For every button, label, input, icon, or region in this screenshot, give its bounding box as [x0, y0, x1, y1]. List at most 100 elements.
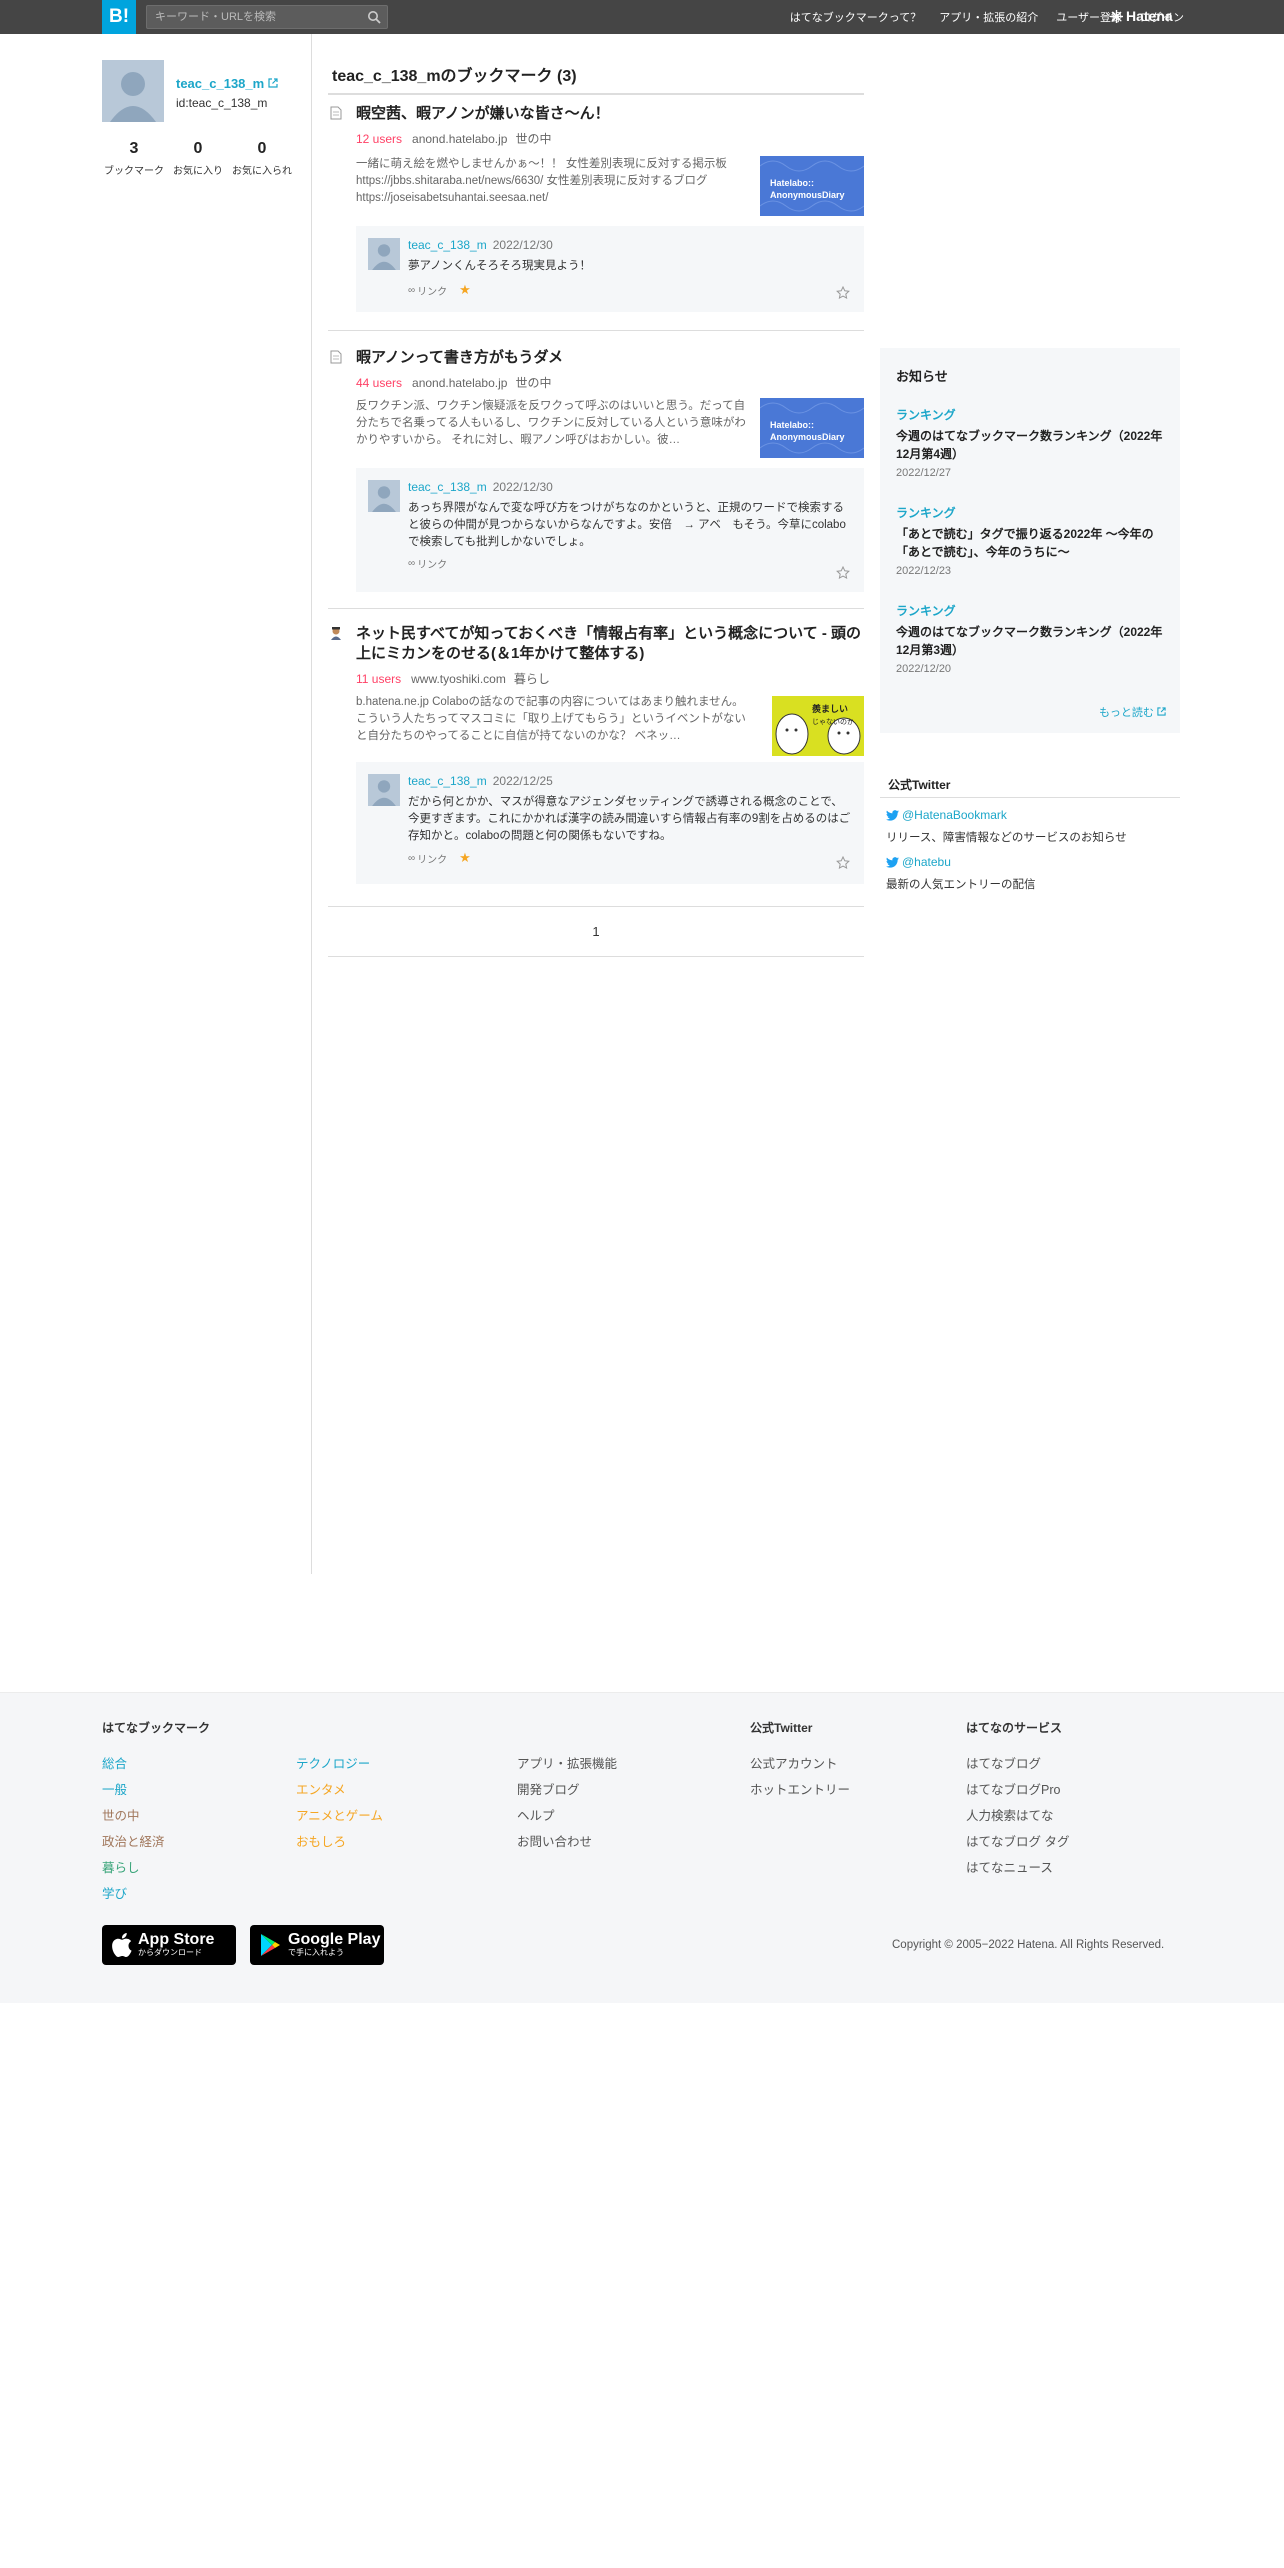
footer-link[interactable]: お問い合わせ	[517, 1831, 592, 1850]
footer-link[interactable]: ヘルプ	[517, 1805, 555, 1824]
entry-users[interactable]: 44 users	[356, 376, 402, 390]
entry-category[interactable]: 世の中	[515, 376, 551, 390]
comment-date[interactable]: 2022/12/30	[493, 238, 553, 252]
news-category[interactable]: ランキング	[896, 602, 1166, 619]
avatar[interactable]	[102, 60, 164, 122]
footer-link[interactable]: 学び	[102, 1883, 127, 1902]
comment-link[interactable]: リンク	[417, 851, 447, 866]
blog-favicon-icon	[331, 627, 341, 640]
google-play-badge[interactable]: Google Play で手に入れよう	[250, 1925, 384, 1965]
comment-avatar[interactable]	[368, 774, 400, 806]
footer-link[interactable]: 人力検索はてな	[966, 1805, 1054, 1824]
entry-domain[interactable]: anond.hatelabo.jp	[412, 132, 507, 146]
bookmark-entry: 暇アノンって書き方がもうダメ 44 users anond.hatelabo.jp…	[328, 348, 865, 608]
pagination: 1	[328, 924, 864, 939]
twitter-account-link[interactable]: @HatenaBookmark	[886, 808, 1007, 822]
news-item[interactable]: ランキング 「あとで読む」タグで振り返る2022年 〜今年の「あとで読む」、今年…	[896, 504, 1166, 577]
stat-favorites[interactable]: 0 お気に入り	[166, 140, 230, 177]
search-icon[interactable]	[367, 10, 381, 24]
footer-link[interactable]: 開発ブログ	[517, 1779, 580, 1798]
entry-title[interactable]: 暇アノンって書き方がもうダメ	[356, 348, 862, 368]
entry-category[interactable]: 世の中	[515, 132, 551, 146]
comment-link[interactable]: リンク	[417, 283, 447, 298]
footer-link[interactable]: はてなブログ	[966, 1753, 1041, 1772]
footer-link[interactable]: ホットエントリー	[750, 1779, 850, 1798]
news-title[interactable]: 今週のはてなブックマーク数ランキング（2022年12月第4週）	[896, 427, 1166, 463]
nav-about[interactable]: はてなブックマークって？	[790, 9, 921, 25]
comment-avatar[interactable]	[368, 238, 400, 270]
nav-apps[interactable]: アプリ・拡張の紹介	[939, 9, 1038, 25]
entry-thumbnail[interactable]: Hatelabo:: AnonymousDiary	[759, 156, 865, 216]
entry-users[interactable]: 12 users	[356, 132, 402, 146]
comment-date[interactable]: 2022/12/30	[493, 480, 553, 494]
footer-link[interactable]: エンタメ	[296, 1779, 346, 1798]
footer-link[interactable]: アニメとゲーム	[296, 1805, 383, 1824]
thumb-text-1: Hatelabo::	[770, 178, 814, 188]
star-icon[interactable]: ★	[459, 850, 471, 866]
profile-username[interactable]: teac_c_138_m	[176, 76, 278, 91]
footer-link[interactable]: 世の中	[102, 1805, 140, 1824]
news-title[interactable]: 今週のはてなブックマーク数ランキング（2022年12月第3週）	[896, 623, 1166, 659]
comment-actions: ∞ リンク ★	[408, 850, 471, 866]
twitter-account-link[interactable]: @hatebu	[886, 855, 951, 869]
footer-link[interactable]: アプリ・拡張機能	[517, 1753, 617, 1772]
add-star-icon[interactable]	[836, 566, 850, 580]
footer-link[interactable]: はてなブログ タグ	[966, 1831, 1069, 1850]
news-heading: お知らせ	[896, 369, 948, 384]
search-box	[146, 5, 388, 29]
hatena-brand-text: Hatena	[1126, 8, 1173, 24]
hatena-bookmark-logo[interactable]: B!	[102, 0, 136, 34]
comment-user[interactable]: teac_c_138_m	[408, 480, 487, 494]
news-date: 2022/12/23	[896, 565, 952, 577]
news-category[interactable]: ランキング	[896, 406, 1166, 423]
add-star-icon[interactable]	[836, 286, 850, 300]
search-input[interactable]	[147, 6, 357, 28]
news-item[interactable]: ランキング 今週のはてなブックマーク数ランキング（2022年12月第3週） 20…	[896, 602, 1166, 675]
news-title[interactable]: 「あとで読む」タグで振り返る2022年 〜今年の「あとで読む」、今年のうちに〜	[896, 525, 1166, 561]
app-store-badge[interactable]: App Store からダウンロード	[102, 1925, 236, 1965]
entry-description: 一緒に萌え絵を燃やしませんかぁ～！！ 女性差別表現に反対する掲示板 https:…	[356, 158, 727, 204]
footer-link[interactable]: テクノロジー	[296, 1753, 370, 1772]
thumb-text-2: AnonymousDiary	[770, 190, 845, 200]
footer-link[interactable]: 暮らし	[102, 1857, 140, 1876]
news-more-link[interactable]: もっと読む	[1099, 704, 1166, 720]
add-star-icon[interactable]	[836, 856, 850, 870]
entry-divider	[328, 330, 864, 331]
comment-user[interactable]: teac_c_138_m	[408, 238, 487, 252]
news-category[interactable]: ランキング	[896, 504, 1166, 521]
apple-icon	[112, 1933, 132, 1957]
entry-thumbnail[interactable]: 羨ましい じゃないのか	[772, 696, 864, 756]
comment-header: teac_c_138_m 2022/12/30	[408, 480, 553, 494]
comment-link[interactable]: リンク	[417, 556, 447, 571]
comment-date[interactable]: 2022/12/25	[493, 774, 553, 788]
footer-link[interactable]: おもしろ	[296, 1831, 346, 1850]
comment-avatar[interactable]	[368, 480, 400, 512]
page-number[interactable]: 1	[592, 924, 599, 939]
thumb-text-2: AnonymousDiary	[770, 432, 845, 442]
footer-link[interactable]: はてなニュース	[966, 1857, 1053, 1876]
stat-favorited[interactable]: 0 お気に入られ	[230, 140, 294, 177]
entry-users[interactable]: 11 users	[356, 672, 401, 686]
stat-bookmarks[interactable]: 3 ブックマーク	[102, 140, 166, 177]
hatena-brand[interactable]: Hatena	[1110, 8, 1173, 24]
news-more-text: もっと読む	[1098, 707, 1154, 719]
star-icon[interactable]: ★	[459, 282, 471, 298]
entry-domain[interactable]: anond.hatelabo.jp	[412, 376, 507, 390]
comment-user[interactable]: teac_c_138_m	[408, 774, 487, 788]
footer-link[interactable]: はてなブログPro	[966, 1779, 1060, 1798]
footer-link[interactable]: 総合	[102, 1753, 127, 1772]
news-item[interactable]: ランキング 今週のはてなブックマーク数ランキング（2022年12月第4週） 20…	[896, 406, 1166, 479]
footer-link[interactable]: 公式アカウント	[750, 1753, 838, 1772]
stat-label: お気に入られ	[232, 166, 292, 177]
entry-title[interactable]: 暇空茜、暇アノンが嫌いな皆さ～ん！	[356, 104, 862, 124]
footer-heading-services: はてなのサービス	[966, 1721, 1063, 1735]
page-title: teac_c_138_mのブックマーク (3)	[328, 56, 864, 95]
entry-title[interactable]: ネット民すべてが知っておくべき「情報占有率」という概念について - 頭の上にミカ…	[356, 624, 862, 664]
profile-stats: 3 ブックマーク 0 お気に入り 0 お気に入られ	[102, 140, 302, 177]
entry-domain[interactable]: www.tyoshiki.com	[411, 672, 506, 686]
entry-thumbnail[interactable]: Hatelabo:: AnonymousDiary	[759, 398, 865, 458]
entry-category[interactable]: 暮らし	[514, 672, 550, 686]
twitter-bird-icon	[886, 856, 899, 868]
footer-link[interactable]: 一般	[102, 1779, 127, 1798]
footer-link[interactable]: 政治と経済	[102, 1831, 165, 1850]
